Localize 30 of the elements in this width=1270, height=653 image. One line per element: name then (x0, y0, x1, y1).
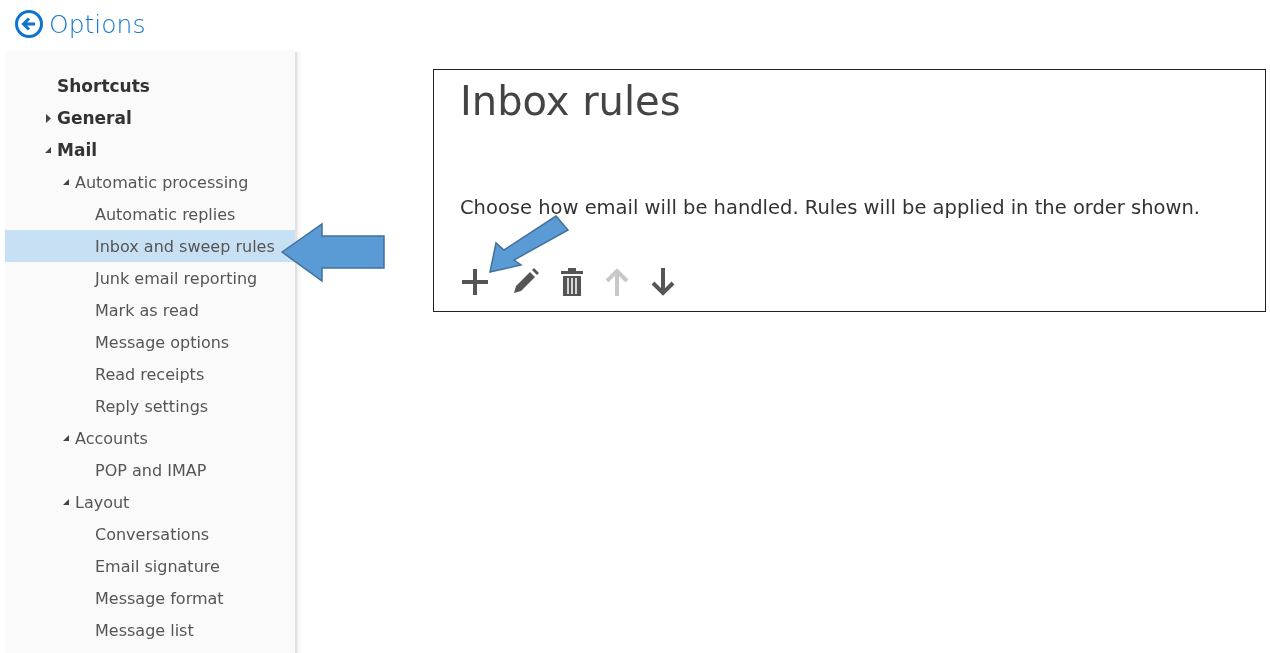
sidebar-item[interactable]: General (5, 102, 295, 134)
sidebar-item[interactable]: Conversations (5, 518, 295, 550)
sidebar-item[interactable]: Mail (5, 134, 295, 166)
sidebar-item[interactable]: Accounts (5, 422, 295, 454)
sidebar-item[interactable]: Automatic replies (5, 198, 295, 230)
description-text: Choose how email will be handled. Rules will be applied in the order shown. (460, 196, 1202, 219)
sidebar-item[interactable]: Message options (5, 326, 295, 358)
sidebar-item[interactable]: Layout (5, 486, 295, 518)
plus-icon[interactable] (460, 267, 490, 297)
sidebar-item[interactable]: Automatic processing (5, 166, 295, 198)
sidebar-item[interactable]: Message list (5, 614, 295, 646)
back-icon[interactable] (14, 9, 44, 39)
sidebar-item[interactable]: Shortcuts (5, 70, 295, 102)
sidebar-item[interactable]: Reply settings (5, 390, 295, 422)
collapsed-icon (45, 113, 51, 123)
sidebar-item[interactable]: Mark as read (5, 294, 295, 326)
sidebar-item[interactable]: Message format (5, 582, 295, 614)
down-arrow-icon[interactable] (650, 267, 676, 297)
panel-title: Inbox rules (460, 78, 682, 126)
expanded-icon (45, 147, 51, 153)
sidebar-item[interactable]: Inbox and sweep rules (5, 230, 295, 262)
sidebar-item[interactable]: Email signature (5, 550, 295, 582)
expanded-icon (63, 179, 69, 185)
expanded-icon (63, 499, 69, 505)
trash-icon[interactable] (560, 267, 584, 297)
sidebar-item[interactable]: POP and IMAP (5, 454, 295, 486)
sidebar-item[interactable]: Read receipts (5, 358, 295, 390)
sidebar-item[interactable]: Junk email reporting (5, 262, 295, 294)
page-title: Options (49, 9, 146, 39)
expanded-icon (63, 435, 69, 441)
